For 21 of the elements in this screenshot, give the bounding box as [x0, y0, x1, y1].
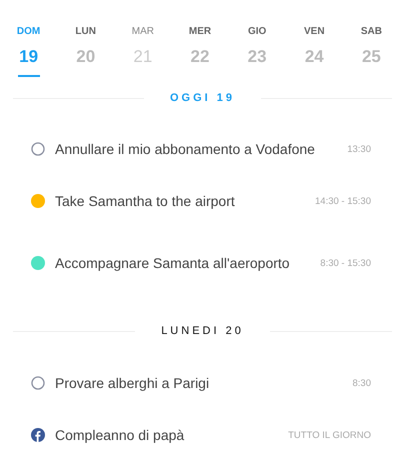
event-time: 8:30 - 15:30 — [320, 258, 371, 268]
section-heading: OGGI 19 — [168, 91, 236, 105]
day-tab[interactable]: GIO 23 — [228, 25, 286, 77]
facebook-icon — [31, 428, 45, 442]
event-title[interactable]: Provare alberghi a Parigi — [55, 375, 352, 391]
event-title[interactable]: Take Samantha to the airport — [55, 193, 315, 209]
day-tab[interactable]: MER 22 — [171, 25, 229, 77]
day-tab[interactable]: LUN 20 — [57, 25, 114, 77]
event-title[interactable]: Annullare il mio abbonamento a Vodafone — [55, 141, 348, 157]
circle-icon[interactable] — [31, 376, 45, 390]
day-tab[interactable]: VEN 24 — [286, 25, 343, 77]
event-time: 13:30 — [347, 144, 371, 154]
event-title[interactable]: Compleanno di papà — [55, 427, 288, 443]
circle-icon[interactable] — [31, 142, 45, 156]
section-heading: LUNEDI 20 — [160, 324, 245, 338]
event-time: TUTTO IL GIORNO — [288, 430, 371, 440]
event-time: 8:30 — [352, 378, 371, 388]
day-tab[interactable]: SAB 25 — [342, 25, 400, 77]
day-tab[interactable]: DOM 19 — [0, 25, 58, 77]
event-title[interactable]: Accompagnare Samanta all'aeroporto — [55, 255, 320, 271]
event-time: 14:30 - 15:30 — [315, 196, 371, 206]
